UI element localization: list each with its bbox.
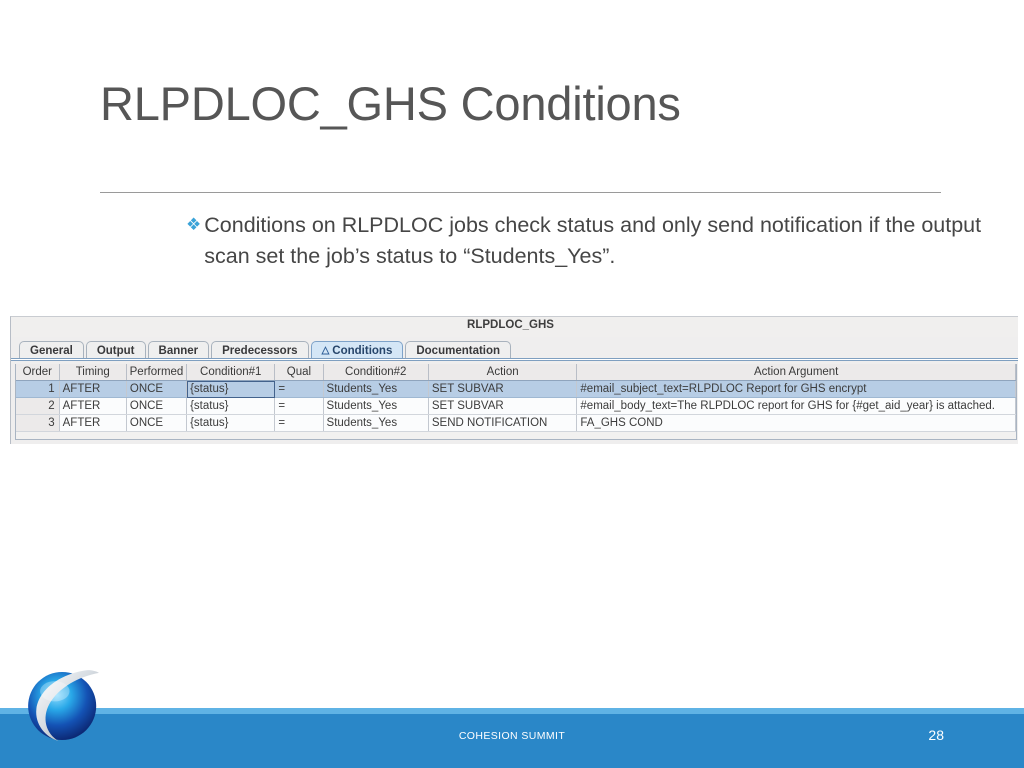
grid-column-header[interactable]: Action: [428, 364, 578, 381]
grid-cell[interactable]: ONCE: [126, 380, 188, 398]
grid-cell[interactable]: SET SUBVAR: [428, 397, 578, 415]
tab-label: Documentation: [416, 345, 501, 357]
tab-general[interactable]: General: [19, 341, 84, 359]
footer-bar: COHESION SUMMIT 28: [0, 714, 1024, 768]
grid-column-header[interactable]: Performed: [126, 364, 188, 381]
grid-cell[interactable]: =: [274, 397, 324, 415]
footer-label: COHESION SUMMIT: [458, 730, 566, 742]
table-row[interactable]: 2 AFTER ONCE {status} = Students_Yes SET SUBVA…: [16, 397, 1016, 415]
app-window-title: RLPDLOC_GHS: [467, 319, 554, 331]
grid-cell[interactable]: ONCE: [126, 397, 188, 415]
grid-cell[interactable]: {status}: [186, 380, 276, 398]
tab-label: Conditions: [332, 345, 393, 357]
grid-cell[interactable]: =: [274, 414, 324, 432]
grid-cell[interactable]: #email_subject_text=RLPDLOC Report for G…: [576, 380, 1016, 398]
tab-label: Predecessors: [222, 345, 298, 357]
diamond-bullet-icon: ❖: [186, 215, 202, 234]
grid-column-header[interactable]: Condition#2: [323, 364, 429, 381]
embedded-app-screenshot: RLPDLOC_GHS General Output Banner Predecess…: [10, 316, 1018, 444]
grid-cell[interactable]: 2: [16, 397, 60, 415]
grid-cell[interactable]: AFTER: [59, 397, 127, 415]
grid-column-header[interactable]: Timing: [59, 364, 127, 381]
grid-cell[interactable]: Students_Yes: [323, 380, 429, 398]
grid-cell[interactable]: SET SUBVAR: [428, 380, 578, 398]
app-title-bar: RLPDLOC_GHS: [11, 317, 1018, 337]
table-row[interactable]: 1 AFTER ONCE {status} = Students_Yes SET SUBVA…: [16, 380, 1016, 398]
title-divider: [100, 192, 941, 193]
tab-predecessors[interactable]: Predecessors: [211, 341, 309, 359]
page-number: 28: [928, 727, 944, 743]
conditions-grid-container[interactable]: Order Timing Performed Condition#1 Qual Condi…: [15, 364, 1017, 440]
grid-column-header[interactable]: Order: [16, 364, 60, 381]
tab-label: Output: [96, 345, 135, 357]
grid-cell[interactable]: AFTER: [59, 380, 127, 398]
tab-bar: General Output Banner Predecessors △ Conditio…: [19, 339, 513, 359]
tab-conditions[interactable]: △ Conditions: [310, 341, 404, 359]
grid-cell[interactable]: AFTER: [59, 414, 127, 432]
grid-cell[interactable]: ONCE: [126, 414, 188, 432]
grid-column-header[interactable]: Action Argument: [576, 364, 1016, 381]
grid-cell[interactable]: 3: [16, 414, 60, 432]
body-content: ❖ Conditions on RLPDLOC jobs check statu…: [186, 210, 1016, 272]
tab-underline: [11, 358, 1018, 361]
tab-label: General: [30, 345, 73, 357]
grid-cell[interactable]: 1: [16, 380, 60, 398]
conditions-grid: Order Timing Performed Condition#1 Qual Condi…: [16, 364, 1016, 432]
grid-cell[interactable]: SEND NOTIFICATION: [428, 414, 578, 432]
grid-column-header[interactable]: Condition#1: [186, 364, 276, 381]
grid-empty-area: [16, 432, 1016, 439]
page-title: RLPDLOC_GHS Conditions: [100, 77, 681, 130]
tab-banner[interactable]: Banner: [147, 341, 210, 359]
tab-documentation[interactable]: Documentation: [405, 341, 512, 359]
grid-body: 1 AFTER ONCE {status} = Students_Yes SET SUBVA…: [16, 380, 1016, 432]
grid-cell[interactable]: =: [274, 380, 324, 398]
bullet-text: Conditions on RLPDLOC jobs check status …: [204, 213, 982, 268]
tab-label: Banner: [158, 345, 199, 357]
table-row[interactable]: 3 AFTER ONCE {status} = Students_Yes SEND NOTI…: [16, 414, 1016, 432]
grid-cell[interactable]: Students_Yes: [323, 397, 429, 415]
tab-output[interactable]: Output: [85, 341, 146, 359]
bullet-item: ❖ Conditions on RLPDLOC jobs check statu…: [186, 210, 1016, 272]
cohesion-logo: [18, 660, 110, 752]
grid-cell[interactable]: FA_GHS COND: [576, 414, 1016, 432]
grid-column-header[interactable]: Qual: [274, 364, 324, 381]
grid-header-row: Order Timing Performed Condition#1 Qual Condi…: [16, 364, 1016, 381]
grid-cell[interactable]: {status}: [186, 414, 276, 432]
grid-cell[interactable]: Students_Yes: [323, 414, 429, 432]
grid-cell[interactable]: {status}: [186, 397, 276, 415]
grid-cell[interactable]: #email_body_text=The RLPDLOC report for …: [576, 397, 1016, 415]
